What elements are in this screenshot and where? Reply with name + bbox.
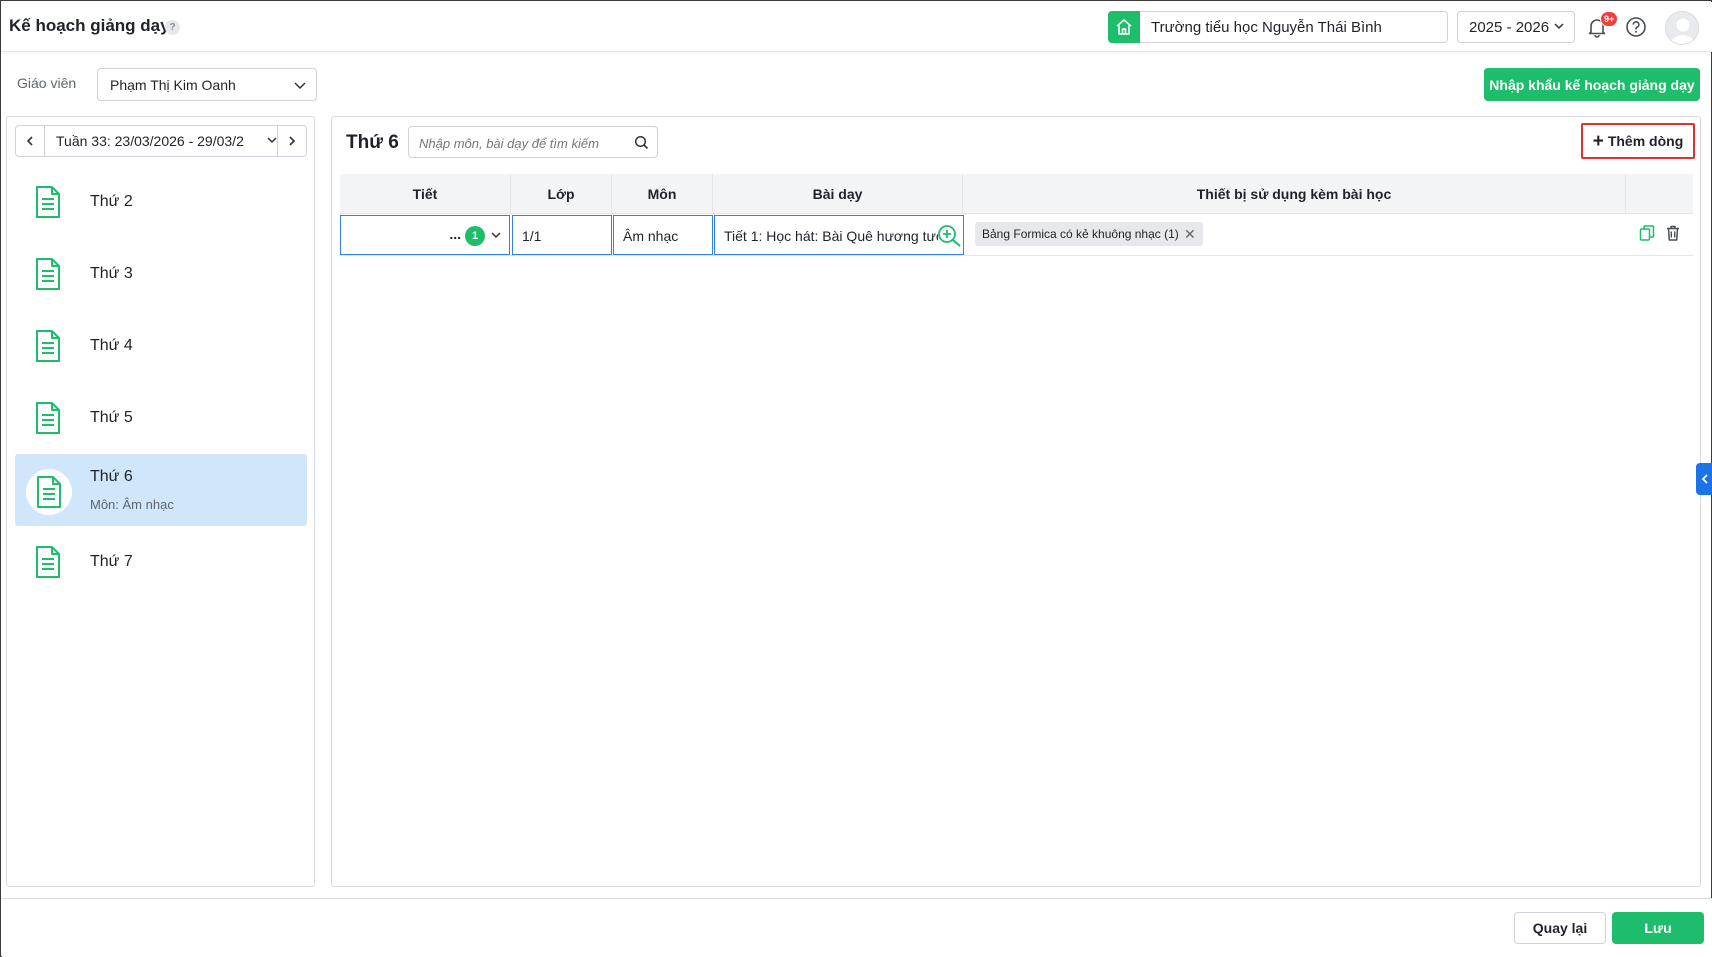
- day-label: Thứ 7: [90, 553, 133, 570]
- plan-panel: Thứ 6 + Thêm dòng Tiết Lớp Môn Bài dạy T…: [331, 116, 1701, 887]
- prev-week-button[interactable]: [16, 126, 45, 156]
- bai-day-input[interactable]: Tiết 1: Học hát: Bài Quê hương tươi đẹp: [714, 215, 964, 255]
- day-label: Thứ 6: [90, 468, 133, 485]
- teacher-value: Phạm Thị Kim Oanh: [110, 77, 236, 93]
- school-year-select[interactable]: 2025 - 2026: [1457, 11, 1575, 43]
- column-header-actions: [1626, 174, 1693, 214]
- day-subject: Môn: Âm nhạc: [90, 497, 174, 512]
- day-label: Thứ 3: [90, 265, 133, 282]
- side-panel-toggle[interactable]: [1696, 463, 1712, 495]
- day-label: Thứ 5: [90, 409, 133, 426]
- save-button[interactable]: Lưu: [1612, 912, 1704, 944]
- week-select-value[interactable]: Tuần 33: 23/03/2026 - 29/03/2: [56, 133, 256, 149]
- chevron-down-icon: [292, 77, 308, 96]
- school-name: Trường tiểu học Nguyễn Thái Bình: [1151, 19, 1382, 36]
- mon-input[interactable]: Âm nhạc: [613, 215, 713, 255]
- equipment-tag: Bảng Formica có kẻ khuông nhạc (1) ✕: [975, 222, 1203, 246]
- document-icon: [29, 399, 67, 437]
- column-header-lop: Lớp: [511, 174, 612, 214]
- school-year-value: 2025 - 2026: [1469, 19, 1550, 36]
- tiet-count-badge: 1: [465, 226, 485, 246]
- footer-bar: Quay lại Lưu: [2, 898, 1712, 957]
- day-item-thu-3[interactable]: Thứ 3: [15, 238, 307, 310]
- notification-badge: 9+: [1600, 11, 1619, 27]
- document-icon: [29, 255, 67, 293]
- day-item-thu-7[interactable]: Thứ 7: [15, 526, 307, 598]
- user-avatar[interactable]: [1665, 11, 1699, 45]
- table-header: Tiết Lớp Môn Bài dạy Thiết bị sử dụng kè…: [340, 174, 1693, 214]
- day-item-thu-4[interactable]: Thứ 4: [15, 310, 307, 382]
- day-label: Thứ 2: [90, 193, 133, 210]
- chevron-left-icon: [26, 136, 33, 146]
- back-button[interactable]: Quay lại: [1514, 912, 1606, 944]
- copy-icon[interactable]: [1638, 224, 1656, 245]
- day-item-thu-5[interactable]: Thứ 5: [15, 382, 307, 454]
- plus-icon: +: [1592, 130, 1604, 152]
- day-item-thu-6[interactable]: Thứ 6 Môn: Âm nhạc: [15, 454, 307, 526]
- document-icon: [29, 327, 67, 365]
- lop-value: 1/1: [522, 228, 542, 244]
- school-home-icon: [1108, 11, 1140, 43]
- import-plan-button[interactable]: Nhập khẩu kế hoạch giảng dạy: [1484, 68, 1700, 101]
- app-window: Kế hoạch giảng dạy ? Trường tiểu học Ngu…: [0, 0, 1712, 957]
- title-help-icon[interactable]: ?: [165, 20, 180, 35]
- trash-icon[interactable]: [1664, 224, 1682, 245]
- mon-value: Âm nhạc: [623, 228, 679, 244]
- equipment-cell[interactable]: Bảng Formica có kẻ khuông nhạc (1) ✕: [963, 214, 1626, 256]
- document-icon: [26, 469, 72, 515]
- chevron-left-icon: [1701, 474, 1708, 484]
- day-item-thu-2[interactable]: Thứ 2: [15, 166, 307, 238]
- chevron-down-icon: [1552, 19, 1566, 36]
- table-row: ... 1 1/1 Âm nhạc Tiết 1: Học hát: Bài Q…: [340, 214, 1693, 256]
- column-header-mon: Môn: [612, 174, 713, 214]
- selected-day-title: Thứ 6: [346, 132, 399, 153]
- lesson-search-box: [408, 126, 658, 158]
- column-header-bai-day: Bài dạy: [713, 174, 963, 214]
- next-week-button[interactable]: [277, 126, 306, 156]
- chevron-right-icon: [289, 136, 296, 146]
- add-row-button[interactable]: + Thêm dòng: [1581, 123, 1695, 159]
- column-header-tiet: Tiết: [340, 174, 511, 214]
- help-icon[interactable]: [1625, 16, 1647, 41]
- search-icon[interactable]: [634, 135, 649, 153]
- lop-input[interactable]: 1/1: [512, 215, 612, 255]
- page-title: Kế hoạch giảng dạy: [9, 16, 170, 35]
- document-icon: [29, 543, 67, 581]
- equipment-tag-label: Bảng Formica có kẻ khuông nhạc (1): [982, 227, 1179, 241]
- tiet-value: ...: [449, 226, 461, 242]
- document-icon: [29, 183, 67, 221]
- add-row-label: Thêm dòng: [1607, 133, 1684, 149]
- close-icon[interactable]: ✕: [1184, 222, 1196, 246]
- teacher-select[interactable]: Phạm Thị Kim Oanh: [97, 68, 317, 101]
- bai-day-value: Tiết 1: Học hát: Bài Quê hương tươi đẹp: [724, 228, 938, 244]
- week-navigator: Tuần 33: 23/03/2026 - 29/03/2: [15, 125, 307, 157]
- lesson-lookup-icon[interactable]: [937, 224, 963, 251]
- row-actions: [1638, 224, 1682, 245]
- day-list-panel: Tuần 33: 23/03/2026 - 29/03/2 Thứ 2 Thứ …: [6, 116, 315, 887]
- top-header: Kế hoạch giảng dạy ? Trường tiểu học Ngu…: [2, 2, 1712, 52]
- school-selector[interactable]: Trường tiểu học Nguyễn Thái Bình: [1108, 11, 1448, 43]
- lesson-search-input[interactable]: [419, 133, 624, 153]
- column-header-thiet-bi: Thiết bị sử dụng kèm bài học: [963, 174, 1626, 214]
- chevron-down-icon: [489, 228, 503, 245]
- teacher-label: Giáo viên: [17, 75, 77, 91]
- day-label: Thứ 4: [90, 337, 133, 354]
- tiet-select[interactable]: ... 1: [340, 215, 510, 255]
